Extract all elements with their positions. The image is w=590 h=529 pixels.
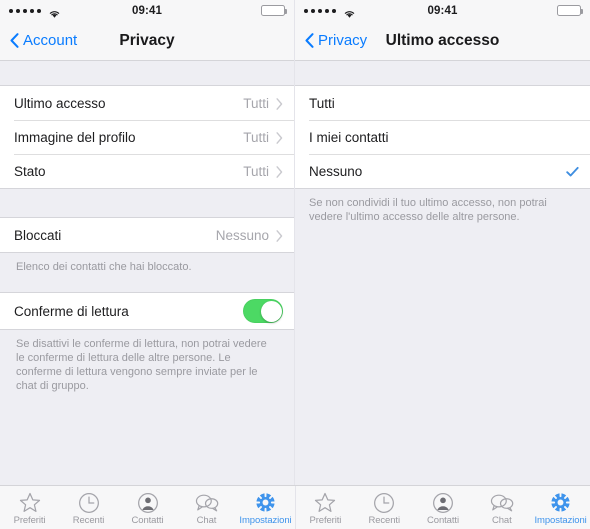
back-button-account[interactable]: Account xyxy=(10,32,77,49)
row-conferme-di-lettura[interactable]: Conferme di lettura xyxy=(0,293,294,329)
last-seen-options-group: Tutti I miei contatti Nessuno xyxy=(295,85,590,189)
option-nessuno[interactable]: Nessuno xyxy=(295,154,590,188)
tab-impostazioni[interactable]: Impostazioni xyxy=(236,486,295,529)
back-button-label: Privacy xyxy=(318,32,368,49)
option-i-miei-contatti[interactable]: I miei contatti xyxy=(295,120,590,154)
person-circle-icon xyxy=(137,491,159,514)
top-spacer xyxy=(295,61,590,85)
chevron-right-icon xyxy=(276,165,283,178)
tab-label: Recenti xyxy=(368,515,400,526)
tab-label: Contatti xyxy=(427,515,459,526)
row-immagine-del-profilo[interactable]: Immagine del profilo Tutti xyxy=(0,120,294,154)
chevron-left-icon xyxy=(305,33,314,48)
tab-label: Recenti xyxy=(72,515,105,526)
row-value: Tutti xyxy=(243,95,269,111)
back-button-privacy[interactable]: Privacy xyxy=(305,32,367,49)
group-gap-1 xyxy=(0,189,294,217)
chevron-left-icon xyxy=(10,33,19,48)
option-label: Nessuno xyxy=(309,163,363,179)
tab-bar: Preferiti Recenti Contatti Chat Impostaz… xyxy=(0,485,590,529)
row-ultimo-accesso[interactable]: Ultimo accesso Tutti xyxy=(0,86,294,120)
nav-bar-left: Account Privacy xyxy=(0,21,294,61)
privacy-settings-group: Ultimo accesso Tutti Immagine del profil… xyxy=(0,85,294,189)
tab-label: Impostazioni xyxy=(534,515,587,526)
clock-icon xyxy=(78,491,100,514)
battery-area xyxy=(557,5,583,16)
tab-chat[interactable]: Chat xyxy=(472,486,531,529)
speech-bubbles-icon xyxy=(195,491,219,514)
nav-bar-right: Privacy Ultimo accesso xyxy=(295,21,590,61)
tab-recenti[interactable]: Recenti xyxy=(355,486,414,529)
last-seen-footnote: Se non condividi il tuo ultimo accesso, … xyxy=(309,197,547,223)
left-content: Ultimo accesso Tutti Immagine del profil… xyxy=(0,61,294,485)
row-label: Conferme di lettura xyxy=(14,303,129,319)
row-value: Nessuno xyxy=(215,227,269,243)
tab-recenti[interactable]: Recenti xyxy=(59,486,118,529)
left-screen-privacy: 09:41 Account Privacy Ultimo accesso Tut… xyxy=(0,0,295,485)
back-button-label: Account xyxy=(23,32,78,49)
status-time: 09:41 xyxy=(132,4,162,17)
group-gap-2 xyxy=(0,274,294,292)
read-receipts-group: Conferme di lettura xyxy=(0,292,294,330)
dual-screen-container: 09:41 Account Privacy Ultimo accesso Tut… xyxy=(0,0,590,485)
read-receipts-toggle[interactable] xyxy=(243,299,283,323)
option-label: Tutti xyxy=(309,95,335,111)
row-value: Tutti xyxy=(243,163,269,179)
checkmark-icon xyxy=(566,165,579,177)
tab-impostazioni[interactable]: Impostazioni xyxy=(531,486,590,529)
top-spacer xyxy=(0,61,294,85)
tab-label: Impostazioni xyxy=(239,515,292,526)
status-time: 09:41 xyxy=(427,4,458,17)
chevron-right-icon xyxy=(276,97,283,110)
tab-label: Contatti xyxy=(131,515,164,526)
blocked-group: Bloccati Nessuno xyxy=(0,217,294,253)
row-bloccati[interactable]: Bloccati Nessuno xyxy=(0,218,294,252)
settings-gear-icon xyxy=(255,491,276,514)
speech-bubbles-icon xyxy=(490,491,514,514)
option-label: I miei contatti xyxy=(309,129,389,145)
row-value: Tutti xyxy=(243,129,269,145)
battery-full-icon xyxy=(557,5,583,16)
tab-preferiti[interactable]: Preferiti xyxy=(0,486,59,529)
tab-label: Chat xyxy=(196,515,217,526)
row-label: Immagine del profilo xyxy=(14,129,136,145)
blocked-footnote: Elenco dei contatti che hai bloccato. xyxy=(16,261,192,273)
tab-label: Preferiti xyxy=(309,515,342,526)
tab-contatti[interactable]: Contatti xyxy=(118,486,177,529)
clock-icon xyxy=(373,491,395,514)
battery-full-icon xyxy=(261,5,287,16)
chevron-right-icon xyxy=(276,229,283,242)
star-icon xyxy=(19,491,41,514)
right-screen-ultimo-accesso: 09:41 Privacy Ultimo accesso Tutti I mie… xyxy=(295,0,590,485)
tab-bar-right: Preferiti Recenti Contatti Chat Impostaz… xyxy=(295,486,590,529)
row-label: Bloccati xyxy=(14,227,62,243)
tab-preferiti[interactable]: Preferiti xyxy=(296,486,355,529)
person-circle-icon xyxy=(432,491,454,514)
right-content: Tutti I miei contatti Nessuno Se non con… xyxy=(295,61,590,485)
row-label: Stato xyxy=(14,163,46,179)
tab-bar-left: Preferiti Recenti Contatti Chat Impostaz… xyxy=(0,486,295,529)
tab-label: Preferiti xyxy=(13,515,46,526)
status-bar-right: 09:41 xyxy=(295,0,590,21)
star-icon xyxy=(314,491,336,514)
tab-label: Chat xyxy=(491,515,512,526)
battery-area xyxy=(261,5,287,16)
option-tutti[interactable]: Tutti xyxy=(295,86,590,120)
tab-chat[interactable]: Chat xyxy=(177,486,236,529)
settings-gear-icon xyxy=(550,491,571,514)
tab-contatti[interactable]: Contatti xyxy=(414,486,473,529)
row-label: Ultimo accesso xyxy=(14,95,106,111)
status-bar-left: 09:41 xyxy=(0,0,294,21)
read-receipts-footnote: Se disattivi le conferme di lettura, non… xyxy=(16,338,267,392)
chevron-right-icon xyxy=(276,131,283,144)
row-stato[interactable]: Stato Tutti xyxy=(0,154,294,188)
